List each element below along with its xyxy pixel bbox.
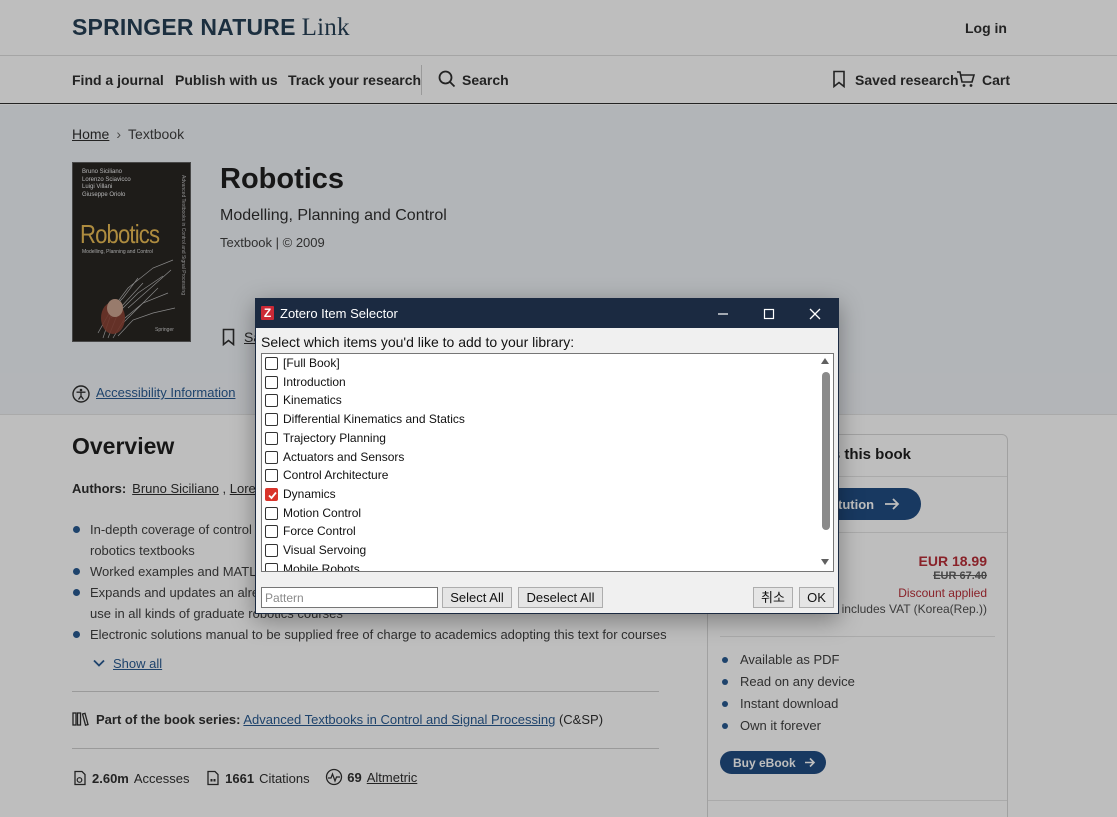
dialog-titlebar[interactable]: Z Zotero Item Selector [256, 299, 838, 328]
list-item-label: Visual Servoing [283, 543, 367, 557]
list-item-label: Force Control [283, 524, 356, 538]
close-button[interactable] [792, 299, 838, 328]
checkbox-checked[interactable] [265, 488, 278, 501]
checkbox[interactable] [265, 451, 278, 464]
list-item[interactable]: Actuators and Sensors [264, 448, 819, 467]
checkbox[interactable] [265, 432, 278, 445]
list-item[interactable]: [Full Book] [264, 354, 819, 373]
deselect-all-button[interactable]: Deselect All [518, 587, 603, 608]
list-item[interactable]: Dynamics [264, 485, 819, 504]
item-listbox[interactable]: Mobile Robots Visual Servoing Force Contro… [261, 353, 834, 572]
maximize-button[interactable] [746, 299, 792, 328]
checkbox[interactable] [265, 525, 278, 538]
list-item-label: Motion Control [283, 506, 362, 520]
list-item[interactable]: Motion Control [264, 504, 819, 523]
scroll-down-icon[interactable] [821, 559, 829, 565]
zotero-item-selector-dialog: Z Zotero Item Selector Select which item… [255, 298, 839, 614]
list-item-label: Kinematics [283, 393, 342, 407]
list-item-label: Differential Kinematics and Statics [283, 412, 465, 426]
list-item-label: Control Architecture [283, 468, 389, 482]
checkmark-icon [268, 491, 277, 500]
list-item[interactable]: Force Control [264, 522, 819, 541]
dialog-title: Zotero Item Selector [280, 306, 398, 321]
dialog-instruction: Select which items you'd like to add to … [261, 334, 575, 350]
checkbox[interactable] [265, 394, 278, 407]
close-icon [809, 308, 821, 320]
list-item-label: Introduction [283, 375, 346, 389]
checkbox[interactable] [265, 544, 278, 557]
select-all-button[interactable]: Select All [442, 587, 512, 608]
list-item[interactable]: Mobile Robots [264, 560, 819, 572]
checkbox[interactable] [265, 376, 278, 389]
pattern-filter-input[interactable] [261, 587, 438, 608]
ok-button[interactable]: OK [799, 587, 834, 608]
list-item[interactable]: Kinematics [264, 391, 819, 410]
checkbox[interactable] [265, 413, 278, 426]
checkbox[interactable] [265, 507, 278, 520]
list-item-label: [Full Book] [283, 356, 340, 370]
zotero-icon: Z [261, 306, 274, 320]
list-item[interactable]: Trajectory Planning [264, 429, 819, 448]
list-item[interactable]: Differential Kinematics and Statics [264, 410, 819, 429]
list-item-label: Mobile Robots [283, 562, 360, 572]
checkbox[interactable] [265, 469, 278, 482]
cancel-button[interactable]: 취소 [753, 587, 793, 608]
scroll-up-icon[interactable] [821, 358, 829, 364]
minimize-icon [718, 313, 728, 315]
maximize-icon [763, 308, 775, 320]
listbox-scrollbar[interactable] [817, 354, 833, 571]
scroll-thumb[interactable] [822, 372, 830, 530]
list-item[interactable]: Introduction [264, 373, 819, 392]
list-item[interactable]: Control Architecture [264, 466, 819, 485]
list-item-label: Actuators and Sensors [283, 450, 405, 464]
list-item-label: Dynamics [283, 487, 336, 501]
checkbox[interactable] [265, 357, 278, 370]
checkbox[interactable] [265, 563, 278, 571]
minimize-button[interactable] [700, 299, 746, 328]
list-item[interactable]: Visual Servoing [264, 541, 819, 560]
list-item-label: Trajectory Planning [283, 431, 386, 445]
